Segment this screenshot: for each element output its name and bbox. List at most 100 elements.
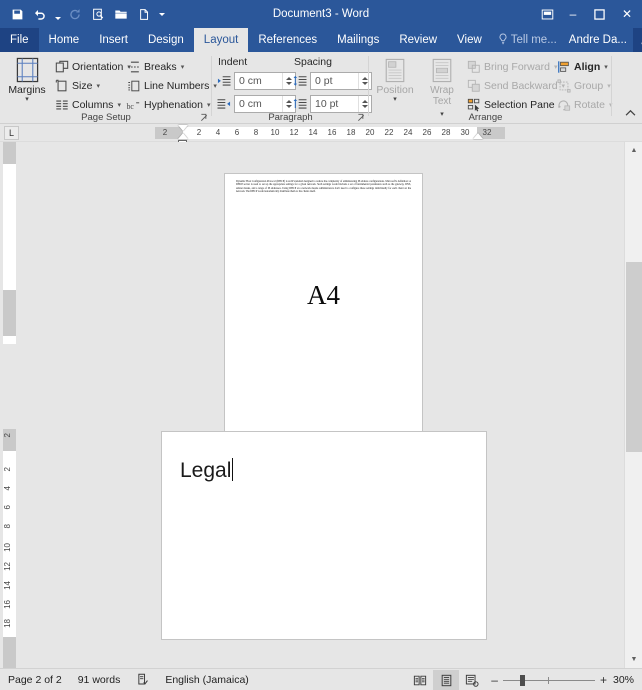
vertical-ruler[interactable]: 2 2 4 6 8 10 12 14 16 18 bbox=[0, 142, 18, 668]
spacing-before-input[interactable]: 0 pt bbox=[310, 72, 372, 90]
columns-icon bbox=[54, 97, 69, 112]
breaks-icon bbox=[126, 59, 141, 74]
vertical-scrollbar[interactable]: ▲ ▼ bbox=[624, 142, 642, 668]
chevron-down-icon[interactable]: ▾ bbox=[117, 101, 121, 109]
tab-stop-selector[interactable]: L bbox=[4, 126, 19, 140]
chevron-down-icon[interactable]: ▾ bbox=[181, 63, 185, 71]
ribbon-display-options-icon[interactable] bbox=[534, 0, 560, 28]
close-button[interactable]: ✕ bbox=[612, 0, 642, 28]
status-bar: Page 2 of 2 91 words English (Jamaica) – bbox=[0, 668, 642, 690]
ruler-tick: 18 bbox=[3, 619, 12, 628]
zoom-slider-track[interactable] bbox=[502, 674, 595, 686]
document-canvas[interactable]: Dynamic Host Configuration Protocol (DHC… bbox=[18, 142, 624, 668]
ruler-tick: 6 bbox=[3, 505, 12, 510]
paragraph-dialog-launcher[interactable] bbox=[357, 113, 366, 122]
tab-mailings[interactable]: Mailings bbox=[327, 28, 389, 52]
page-indicator[interactable]: Page 2 of 2 bbox=[0, 669, 70, 690]
tab-references[interactable]: References bbox=[248, 28, 327, 52]
tell-me-box[interactable]: Tell me... bbox=[492, 28, 563, 52]
word-count[interactable]: 91 words bbox=[70, 669, 129, 690]
lightbulb-icon bbox=[498, 33, 508, 48]
tab-layout[interactable]: Layout bbox=[193, 28, 249, 52]
zoom-slider-line bbox=[502, 679, 595, 681]
scrollbar-thumb[interactable] bbox=[626, 262, 642, 452]
print-layout-icon[interactable] bbox=[433, 670, 460, 690]
orientation-icon bbox=[54, 59, 69, 74]
breaks-button[interactable]: Breaks ▾ bbox=[124, 57, 186, 76]
scroll-down-arrow-icon[interactable]: ▼ bbox=[625, 651, 642, 668]
tab-view[interactable]: View bbox=[447, 28, 492, 52]
align-button[interactable]: Align ▾ bbox=[554, 57, 610, 76]
spacing-after-value: 10 pt bbox=[315, 98, 339, 110]
account-name[interactable]: Andre Da... bbox=[563, 28, 633, 52]
ruler-tick: 18 bbox=[346, 128, 356, 137]
send-backward-button: Send Backward ▾ bbox=[464, 76, 567, 95]
zoom-in-button[interactable]: + bbox=[600, 674, 607, 686]
bring-forward-label: Bring Forward bbox=[484, 60, 550, 73]
ruler-tick: 2 bbox=[196, 128, 202, 137]
chevron-down-icon[interactable]: ▾ bbox=[4, 96, 50, 103]
ruler-tick: 22 bbox=[384, 128, 394, 137]
read-mode-icon[interactable] bbox=[407, 670, 433, 690]
share-button[interactable]: Share bbox=[632, 28, 642, 52]
ruler-tick: 2 bbox=[162, 128, 168, 137]
tab-insert[interactable]: Insert bbox=[89, 28, 138, 52]
print-preview-icon[interactable] bbox=[87, 3, 109, 25]
tab-design[interactable]: Design bbox=[138, 28, 194, 52]
page-setup-dialog-launcher[interactable] bbox=[200, 113, 209, 122]
margins-button[interactable]: Margins ▾ bbox=[4, 55, 50, 103]
tab-file[interactable]: File bbox=[0, 28, 39, 52]
page-a4[interactable]: Dynamic Host Configuration Protocol (DHC… bbox=[225, 174, 422, 462]
orientation-button[interactable]: Orientation ▾ bbox=[52, 57, 133, 76]
horizontal-ruler[interactable]: L 2 2 4 6 8 10 12 14 16 18 20 22 24 26 2… bbox=[0, 124, 642, 147]
web-layout-icon[interactable] bbox=[459, 670, 485, 690]
undo-icon[interactable] bbox=[29, 3, 51, 25]
spacing-before-control: 0 pt bbox=[292, 72, 372, 90]
save-icon[interactable] bbox=[6, 3, 28, 25]
proofing-errors-icon[interactable] bbox=[128, 669, 157, 690]
line-numbers-button[interactable]: Line Numbers ▾ bbox=[124, 76, 219, 95]
new-document-icon[interactable] bbox=[133, 3, 155, 25]
status-bar-right: – + 30% bbox=[407, 669, 642, 690]
quick-access-toolbar bbox=[0, 3, 167, 25]
group-label-paragraph: Paragraph bbox=[268, 112, 313, 123]
ruler-tick: 8 bbox=[3, 524, 12, 529]
chevron-down-icon[interactable]: ▾ bbox=[96, 82, 100, 90]
bottom-margin-zone-lower bbox=[3, 637, 16, 668]
ribbon-group-page-setup: Margins ▾ Orientation ▾ Size ▾ Columns ▾… bbox=[0, 52, 217, 124]
ruler-tick: 26 bbox=[422, 128, 432, 137]
indent-right-input[interactable]: 0 cm bbox=[234, 95, 296, 113]
customize-quick-access-toolbar-icon[interactable] bbox=[156, 3, 167, 25]
hanging-indent-marker[interactable] bbox=[178, 133, 188, 139]
chevron-down-icon[interactable]: ▾ bbox=[604, 63, 608, 71]
undo-dropdown-icon[interactable] bbox=[52, 3, 63, 25]
tab-home[interactable]: Home bbox=[39, 28, 90, 52]
ruler-tick: 2 bbox=[3, 433, 12, 438]
send-backward-icon bbox=[466, 78, 481, 93]
language-indicator[interactable]: English (Jamaica) bbox=[157, 669, 256, 690]
indent-right-value: 0 cm bbox=[239, 98, 262, 110]
page-legal[interactable]: Legal bbox=[162, 432, 486, 639]
group-separator bbox=[611, 56, 612, 116]
indent-left-input[interactable]: 0 cm bbox=[234, 72, 296, 90]
zoom-level[interactable]: 30% bbox=[613, 674, 642, 686]
ruler-tick: 8 bbox=[253, 128, 259, 137]
first-line-indent-marker[interactable] bbox=[178, 125, 188, 131]
zoom-slider-thumb[interactable] bbox=[519, 674, 525, 686]
ruler-tick: 2 bbox=[3, 467, 12, 472]
bottom-margin-zone-upper bbox=[3, 290, 16, 336]
scroll-up-arrow-icon[interactable]: ▲ bbox=[625, 142, 642, 159]
line-numbers-icon bbox=[126, 78, 141, 93]
right-indent-marker[interactable] bbox=[473, 133, 483, 139]
zoom-slider[interactable]: – + bbox=[485, 674, 613, 686]
tab-review[interactable]: Review bbox=[389, 28, 447, 52]
zoom-out-button[interactable]: – bbox=[491, 674, 498, 686]
size-button[interactable]: Size ▾ bbox=[52, 76, 102, 95]
collapse-ribbon-button[interactable] bbox=[625, 109, 636, 120]
restore-button[interactable] bbox=[586, 0, 612, 28]
open-icon[interactable] bbox=[110, 3, 132, 25]
spacing-after-input[interactable]: 10 pt bbox=[310, 95, 372, 113]
chevron-down-icon[interactable]: ▾ bbox=[207, 101, 211, 109]
minimize-button[interactable]: – bbox=[560, 0, 586, 28]
breaks-label: Breaks bbox=[144, 60, 177, 73]
